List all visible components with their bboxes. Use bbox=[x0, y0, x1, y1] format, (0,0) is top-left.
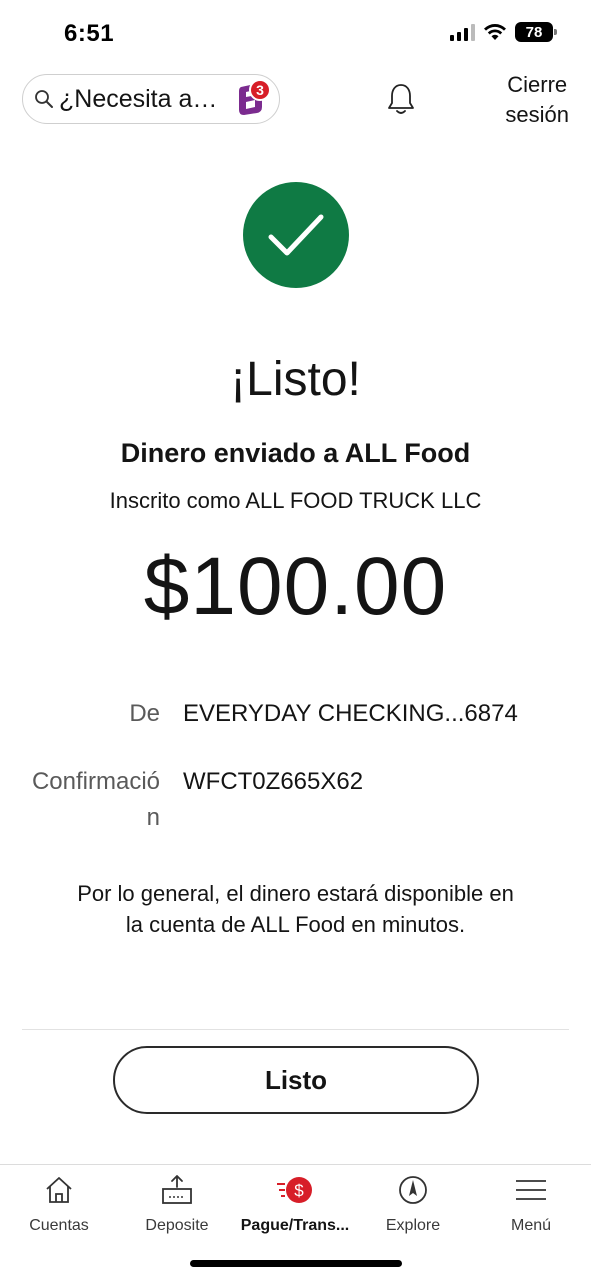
home-icon bbox=[46, 1177, 72, 1203]
tab-label: Menú bbox=[510, 1217, 552, 1234]
compass-icon bbox=[399, 1176, 427, 1204]
search-placeholder: ¿Necesita a… bbox=[59, 84, 218, 113]
success-indicator bbox=[243, 182, 349, 288]
tab-deposite[interactable]: Deposite bbox=[118, 1173, 236, 1235]
tab-label: Explore bbox=[385, 1217, 441, 1234]
pay-transfer-icon: $ bbox=[277, 1177, 312, 1203]
signout-link[interactable]: Cierre sesión bbox=[505, 70, 569, 130]
search-input[interactable]: ¿Necesita a… 3 bbox=[22, 74, 280, 124]
cellular-signal-icon bbox=[450, 23, 475, 41]
from-account-value: EVERYDAY CHECKING...6874 bbox=[183, 700, 518, 727]
tab-cuentas[interactable]: Cuentas bbox=[0, 1173, 118, 1235]
availability-note: Por lo general, el dinero estará disponi… bbox=[77, 881, 514, 937]
deposit-icon bbox=[162, 1175, 192, 1204]
recipient-summary: Dinero enviado a ALL Food bbox=[120, 438, 471, 468]
transfer-amount: $100.00 bbox=[143, 541, 448, 632]
tab-label: Cuentas bbox=[29, 1217, 89, 1234]
enrolled-as: Inscrito como ALL FOOD TRUCK LLC bbox=[109, 488, 482, 513]
confirmation-label: Confirmación bbox=[31, 768, 160, 831]
home-indicator[interactable] bbox=[190, 1260, 402, 1267]
status-icons: 78 bbox=[450, 22, 557, 42]
tab-explore[interactable]: Explore bbox=[354, 1173, 472, 1235]
battery-icon: 78 bbox=[515, 22, 557, 42]
wifi-icon bbox=[484, 24, 506, 40]
tab-pague-transfiera[interactable]: $ Pague/Trans... bbox=[236, 1173, 354, 1235]
checkmark-icon bbox=[268, 214, 324, 256]
confirmation-number: WFCT0Z665X62 bbox=[183, 768, 364, 795]
signout-line1: Cierre bbox=[507, 72, 568, 97]
tab-menu[interactable]: Menú bbox=[472, 1173, 590, 1235]
assistant-button[interactable]: 3 bbox=[235, 79, 271, 115]
search-icon bbox=[35, 90, 53, 108]
status-time: 6:51 bbox=[64, 20, 115, 47]
from-label: De bbox=[129, 700, 160, 727]
page-title: ¡Listo! bbox=[230, 353, 361, 406]
bell-icon[interactable] bbox=[386, 82, 416, 116]
tab-label: Deposite bbox=[145, 1217, 209, 1234]
svg-text:$: $ bbox=[294, 1181, 304, 1200]
status-bar: 6:51 78 bbox=[0, 0, 591, 66]
app-header: ¿Necesita a… 3 Cierre sesión bbox=[0, 66, 591, 136]
notification-count-badge: 3 bbox=[249, 79, 271, 101]
done-button[interactable]: Listo bbox=[113, 1046, 479, 1114]
signout-line2: sesión bbox=[505, 102, 569, 127]
divider bbox=[22, 1029, 569, 1030]
menu-icon bbox=[516, 1180, 546, 1200]
tab-label: Pague/Trans... bbox=[240, 1217, 350, 1234]
